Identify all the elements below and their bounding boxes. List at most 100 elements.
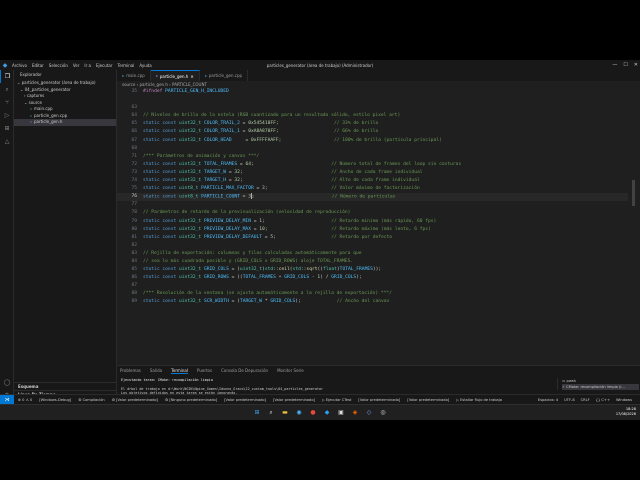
status-item-right[interactable]: CRLF — [581, 398, 590, 402]
tab-salida[interactable]: Salida — [150, 368, 162, 373]
status-item[interactable]: [Valor predeterminado] — [407, 398, 449, 402]
code-line[interactable]: 80 static const uint32_t PREVIEW_DELAY_MA… — [117, 226, 635, 234]
code-line[interactable]: 65 static const uint32_t COLOR_TRAIL_2 = … — [117, 120, 635, 128]
outline-section[interactable]: Esquema — [14, 382, 117, 390]
code-line[interactable]: 81 static const uint32_t PREVIEW_DELAY_DE… — [117, 234, 635, 242]
tab-terminal[interactable]: Terminal — [171, 368, 188, 374]
code-line[interactable]: 35 #ifndef PARTICLE_GEN_H_INCLUDED — [117, 88, 635, 96]
code-line[interactable]: 75 static const uint8_t PARTICLE_MAX_FACT… — [117, 185, 635, 193]
close-icon[interactable]: ✕ — [634, 62, 638, 68]
line-number: 79 — [131, 218, 137, 224]
menu-terminal[interactable]: Terminal — [117, 63, 134, 68]
code-line[interactable]: 63 — [117, 104, 635, 112]
tab-consola-depuracion[interactable]: Consola De Depuración — [221, 368, 268, 373]
code-text: static const uint32_t TOTAL_FRAMES = 64;… — [143, 161, 462, 167]
search-icon[interactable]: ⌕ — [0, 83, 14, 96]
status-item-right[interactable]: {} C++ — [596, 398, 610, 402]
code-line[interactable]: 66 static const uint32_t COLOR_TRAIL_1 = … — [117, 128, 635, 136]
code-line[interactable]: 79 static const uint32_t PREVIEW_DELAY_MI… — [117, 218, 635, 226]
status-item-right[interactable]: Espacios: 4 — [538, 398, 558, 402]
run-debug-icon[interactable]: ▷ — [0, 109, 14, 122]
app-icon[interactable]: ◈ — [350, 408, 360, 418]
code-line[interactable]: 68 — [117, 145, 635, 153]
code-line[interactable]: 67 static const uint32_t COLOR_HEAD = 0xF… — [117, 137, 635, 145]
code-line[interactable]: 89 static const uint32_t SCR_WIDTH = (TAR… — [117, 298, 635, 306]
menu-ayuda[interactable]: Ayuda — [139, 63, 151, 68]
tab-particle-gen-cpp[interactable]: Cparticle_gen.cpp — [200, 70, 249, 81]
breadcrumb-item[interactable]: source — [122, 82, 135, 87]
status-item-right[interactable]: UTF-8 — [564, 398, 574, 402]
status-item[interactable]: [Valor predeterminado] — [224, 398, 266, 402]
status-item[interactable]: ⚙ [Valor predeterminado] — [112, 398, 158, 402]
system-clock[interactable]: 18:28 17/08/2026 — [616, 407, 636, 417]
status-item[interactable]: [Valor predeterminado] — [358, 398, 400, 402]
app-icon[interactable]: ◇ — [364, 408, 374, 418]
status-item-right[interactable]: Windows — [616, 398, 632, 402]
status-item[interactable]: ▷ Estallar flujo de trabajo — [456, 398, 502, 402]
code-line[interactable]: 85 static const uint32_t GRID_COLS = (uin… — [117, 266, 635, 274]
breadcrumb-item[interactable]: PARTICLE_COUNT — [172, 82, 207, 87]
code-line[interactable]: 82 — [117, 242, 635, 250]
taskbar-apps: ⊞ ⌕ ▬ ◉ ● ◆ ▣ ◈ ◇ ◎ — [252, 408, 388, 418]
close-tab-icon[interactable]: ✕ — [190, 74, 193, 79]
tab-problemas[interactable]: Problemas — [120, 368, 141, 373]
terminal-icon[interactable]: ▣ — [336, 408, 346, 418]
code-text: // Niveles de brillo de la estela (RGB c… — [143, 113, 401, 119]
status-item[interactable]: ⊗ 0 ⚠ 0 — [18, 398, 32, 402]
terminal-item-cmake[interactable]: ✓ CMake: recompilación limpia (I... — [562, 384, 639, 390]
edge-icon[interactable]: ◉ — [294, 408, 304, 418]
code-line[interactable]: 71 /*** Parámetros de animación y canvas … — [117, 153, 635, 161]
code-line[interactable]: 74 static const uint32_t TARGET_H = 32; /… — [117, 177, 635, 185]
status-item[interactable]: [Windows-Debug] — [39, 398, 71, 402]
maximize-icon[interactable]: ☐ — [623, 62, 627, 68]
account-icon[interactable]: ◯ — [0, 376, 14, 389]
remote-icon[interactable]: ⋊ — [0, 394, 14, 405]
tab-main-cpp[interactable]: Cmain.cpp — [117, 70, 151, 81]
vscode-icon[interactable]: ◆ — [322, 408, 332, 418]
menu-ir-a[interactable]: Ir a — [84, 63, 91, 68]
tab-puertos[interactable]: Puertos — [197, 368, 212, 373]
header-file-icon: h — [155, 74, 158, 78]
menu-editar[interactable]: Editar — [32, 63, 44, 68]
menu-ejecutar[interactable]: Ejecutar — [96, 63, 113, 68]
menu-seleccion[interactable]: Selección — [49, 63, 68, 68]
explorer-icon[interactable]: ❐ — [0, 70, 14, 83]
line-number: 75 — [131, 186, 137, 192]
code-line[interactable]: 78 // Parámetros de retardo de la previsu… — [117, 209, 635, 217]
breadcrumb-item[interactable]: particle_gen.h — [139, 82, 167, 87]
extensions-icon[interactable]: ⊞ — [0, 122, 14, 135]
status-item[interactable]: ⚙ Compilación — [78, 398, 105, 402]
code-line[interactable] — [117, 96, 635, 104]
cpp-file-icon: C — [204, 73, 207, 78]
source-control-icon[interactable]: ⑂ — [0, 96, 14, 109]
tab-monitor-serie[interactable]: Monitor Serie — [277, 368, 304, 373]
code-line[interactable]: 72 static const uint32_t TOTAL_FRAMES = 6… — [117, 161, 635, 169]
status-item[interactable]: [Valor predeterminado] — [273, 398, 315, 402]
menu-ver[interactable]: Ver — [73, 63, 80, 68]
minimize-icon[interactable]: — — [612, 62, 617, 68]
scrollbar-thumb[interactable] — [632, 180, 635, 206]
code-line[interactable]: 84 // sea lo más cuadrada posible y (GRID… — [117, 258, 635, 266]
file-explorer-icon[interactable]: ▬ — [280, 408, 290, 418]
code-line[interactable]: 73 static const uint32_t TARGET_W = 32; /… — [117, 169, 635, 177]
menu-archivo[interactable]: Archivo — [12, 63, 27, 68]
sidebar-item-particle-gen-h[interactable]: h particle_gen.h — [14, 119, 116, 126]
tab-particle-gen-h[interactable]: h particle_gen.h ✕ — [150, 70, 200, 81]
code-line[interactable]: 76 static const uint8_t PARTICLE_COUNT = … — [117, 193, 635, 202]
code-line[interactable]: 77 — [117, 201, 635, 209]
code-line[interactable]: 88 /*** Resolución de la ventana (se ajus… — [117, 290, 635, 298]
code-line[interactable]: 87 — [117, 282, 635, 290]
code-line[interactable]: 86 static const uint32_t GRID_ROWS = ((TO… — [117, 274, 635, 282]
chrome-icon[interactable]: ● — [308, 408, 318, 418]
start-icon[interactable]: ⊞ — [252, 408, 262, 418]
code-line[interactable]: 64 // Niveles de brillo de la estela (RGB… — [117, 112, 635, 120]
status-item[interactable]: ⚙ [Ninguno predeterminado] — [165, 398, 217, 402]
search-icon[interactable]: ⌕ — [266, 408, 276, 418]
code-editor[interactable]: 35 #ifndef PARTICLE_GEN_H_INCLUDED 63 64 // … — [117, 88, 635, 362]
code-line[interactable]: 83 // Rejilla de exportación: columnas y … — [117, 250, 635, 258]
minimap[interactable] — [628, 88, 640, 362]
cmake-icon[interactable]: △ — [0, 135, 14, 148]
app-icon[interactable]: ◎ — [378, 408, 388, 418]
code-text: /*** Resolución de la ventana (se ajusta… — [143, 291, 392, 297]
status-item[interactable]: ▷ Ejecutar CTest — [322, 398, 351, 402]
